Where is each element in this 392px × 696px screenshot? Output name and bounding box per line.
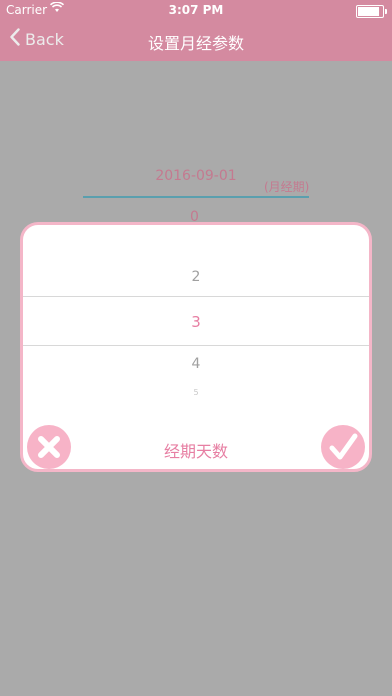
- date-hint: (月经期): [264, 180, 310, 194]
- picker-divider-bottom: [23, 345, 369, 346]
- picker-option[interactable]: 4: [23, 356, 369, 372]
- status-time: 3:07 PM: [168, 3, 224, 17]
- picker-sheet: 2 3 4 5 经期天数: [20, 222, 372, 472]
- picker-title: 经期天数: [163, 442, 228, 461]
- picker-option-selected[interactable]: 3: [23, 313, 369, 331]
- status-bar: Carrier 3:07 PM: [0, 0, 392, 20]
- screen: Carrier 3:07 PM Back 设置月经参数 2016-09-01 (…: [0, 0, 392, 696]
- confirm-button[interactable]: [321, 425, 365, 469]
- picker-divider-top: [23, 296, 369, 297]
- page-title: 设置月经参数: [147, 34, 244, 53]
- navigation-bar: Back 设置月经参数: [0, 20, 392, 61]
- checkmark-icon: [321, 433, 365, 469]
- picker-option[interactable]: 2: [23, 269, 369, 285]
- top-bar: Carrier 3:07 PM Back 设置月经参数: [0, 0, 392, 61]
- battery-icon: [356, 5, 387, 18]
- picker-option[interactable]: 5: [23, 388, 369, 397]
